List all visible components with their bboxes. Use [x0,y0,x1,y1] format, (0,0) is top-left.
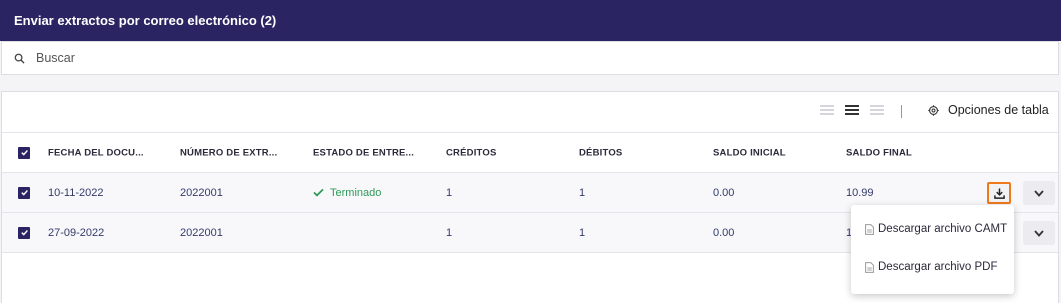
toolbar-divider [901,105,902,118]
column-header-saldo-final[interactable]: SALDO FINAL [846,147,912,158]
table-toolbar: Opciones de tabla [2,92,1058,132]
expand-row-button[interactable] [1023,221,1055,245]
cell-fecha: 27-09-2022 [48,226,105,239]
cell-saldo-inicial: 0.00 [713,186,735,199]
download-icon [993,187,1005,199]
column-header-debitos[interactable]: DÉBITOS [579,147,622,158]
column-header-numero[interactable]: NÚMERO DE EXTR... [180,147,277,158]
download-pdf-option[interactable]: Descargar archivo PDF [865,261,998,273]
search-bar [1,41,1059,75]
row-checkbox[interactable] [18,226,30,239]
row-checkbox[interactable] [18,186,30,199]
download-camt-option[interactable]: Descargar archivo CAMT [865,223,1007,235]
table-options-label: Opciones de tabla [948,103,1049,117]
cell-creditos: 1 [446,186,453,199]
page-title: Enviar extractos por correo electrónico … [14,13,277,28]
cell-creditos: 1 [446,226,453,239]
table-options-button[interactable]: Opciones de tabla [928,103,1049,117]
cell-fecha: 10-11-2022 [48,186,104,199]
column-header-saldo-inicial[interactable]: SALDO INICIAL [713,147,786,158]
download-dropdown-menu: Descargar archivo CAMT Descargar archivo… [851,205,1014,294]
cell-saldo-inicial: 0.00 [713,226,735,239]
check-icon [20,150,28,156]
chevron-down-icon [1034,189,1044,197]
cell-numero: 2022001 [180,226,223,239]
cell-saldo-final: 10.99 [846,186,874,199]
check-icon [20,230,28,236]
column-header-fecha[interactable]: FECHA DEL DOCU... [48,147,144,158]
search-input[interactable] [36,51,936,65]
cell-numero: 2022001 [180,186,223,199]
download-camt-label: Descargar archivo CAMT [878,223,1008,235]
select-all-checkbox[interactable] [18,146,30,159]
status-badge: Terminado [313,187,381,199]
expand-row-button[interactable] [1023,181,1055,205]
table-header-row: FECHA DEL DOCU... NÚMERO DE EXTR... ESTA… [2,132,1058,173]
density-standard-icon[interactable] [845,105,859,117]
gear-icon [928,104,939,116]
column-header-estado[interactable]: ESTADO DE ENTRE... [313,147,414,158]
download-button[interactable] [987,182,1011,204]
file-icon [865,223,874,235]
cell-debitos: 1 [579,226,586,239]
cell-debitos: 1 [579,186,586,199]
checkmark-icon [313,188,324,197]
page-header: Enviar extractos por correo electrónico … [0,0,1061,41]
chevron-down-icon [1034,229,1044,237]
status-label: Terminado [330,186,382,199]
density-comfortable-icon[interactable] [870,105,884,117]
search-icon [14,53,25,64]
file-icon [865,261,874,273]
check-icon [20,190,28,196]
density-compact-icon[interactable] [820,105,834,117]
column-header-creditos[interactable]: CRÉDITOS [446,147,497,158]
download-pdf-label: Descargar archivo PDF [878,261,998,273]
